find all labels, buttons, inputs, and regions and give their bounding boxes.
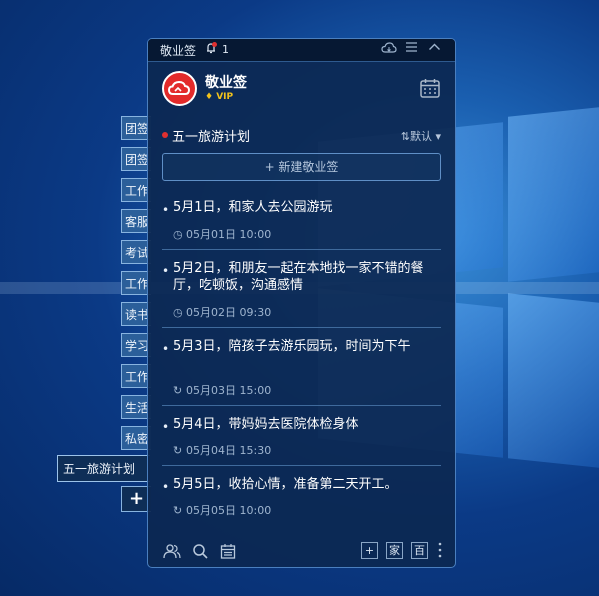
- cloud-logo-icon: [167, 80, 191, 95]
- user-name: 敬业签: [205, 75, 247, 91]
- cloud-sync-icon[interactable]: [381, 41, 397, 59]
- avatar[interactable]: [162, 71, 197, 106]
- plus-icon: +: [364, 544, 375, 557]
- diamond-icon: ♦: [205, 92, 214, 102]
- note-item-1[interactable]: • 5月1日，和家人去公园游玩 ◷ 05月01日 10:00: [162, 199, 441, 250]
- note-time: ↻ 05月05日 10:00: [173, 504, 272, 517]
- app-title: 敬业签: [160, 44, 197, 58]
- sort-dropdown[interactable]: ⇅默认 ▾: [401, 128, 441, 144]
- calendar-small-icon[interactable]: [220, 543, 236, 563]
- note-text: 5月1日，和家人去公园游玩: [173, 200, 333, 215]
- note-time: ↻ 05月04日 15:30: [173, 444, 272, 457]
- list-header: 五一旅游计划 ⇅默认 ▾: [148, 123, 455, 145]
- contacts-icon[interactable]: [163, 543, 181, 563]
- home-box-button[interactable]: 家: [386, 542, 403, 559]
- note-text: 5月4日，带妈妈去医院体检身体: [173, 417, 359, 432]
- note-item-3[interactable]: • 5月3日，陪孩子去游乐园玩，时间为下午 ↻ 05月03日 15:00: [162, 338, 441, 406]
- note-text: 5月5日，收拾心情，准备第二天开工。: [173, 477, 398, 492]
- repeat-icon: ↻: [173, 504, 183, 517]
- calendar-icon[interactable]: [419, 77, 441, 103]
- note-text: 5月3日，陪孩子去游乐园玩，时间为下午: [173, 339, 411, 354]
- user-header: 敬业签 ♦ VIP: [148, 61, 455, 116]
- menu-icon[interactable]: [405, 41, 418, 57]
- bottom-toolbar: + 家 百: [148, 535, 455, 567]
- title-bar: 敬业签 1: [148, 39, 455, 62]
- add-box-button[interactable]: +: [361, 542, 378, 559]
- notification-count: 1: [222, 43, 229, 56]
- bullet: •: [162, 420, 170, 434]
- note-item-4[interactable]: • 5月4日，带妈妈去医院体检身体 ↻ 05月04日 15:30: [162, 416, 441, 466]
- note-panel: 敬业签 1 敬业签 ♦ VIP 五一旅游计划 ⇅默认 ▾ + 新建敬业签 • 5…: [147, 38, 456, 568]
- collapse-icon[interactable]: [428, 41, 441, 57]
- note-time: ◷ 05月01日 10:00: [173, 228, 272, 241]
- note-item-5[interactable]: • 5月5日，收拾心情，准备第二天开工。 ↻ 05月05日 10:00: [162, 476, 441, 526]
- note-text: 5月2日，和朋友一起在本地找一家不错的餐厅，吃顿饭，沟通感情: [173, 261, 424, 293]
- note-time: ◷ 05月02日 09:30: [173, 306, 272, 319]
- clock-icon: ◷: [173, 228, 183, 241]
- note-time: ↻ 05月03日 15:00: [173, 384, 272, 397]
- new-note-button[interactable]: + 新建敬业签: [162, 153, 441, 181]
- bullet: •: [162, 342, 170, 356]
- bullet: •: [162, 480, 170, 494]
- hundred-box-button[interactable]: 百: [411, 542, 428, 559]
- search-icon[interactable]: [192, 543, 208, 563]
- sort-icon: ⇅: [400, 130, 410, 143]
- more-vertical-icon[interactable]: [437, 541, 443, 563]
- list-color-dot: [162, 132, 168, 138]
- repeat-icon: ↻: [173, 384, 183, 397]
- list-title: 五一旅游计划: [172, 130, 251, 145]
- bullet: •: [162, 203, 170, 217]
- repeat-icon: ↻: [173, 444, 183, 457]
- bullet: •: [162, 264, 170, 278]
- clock-icon: ◷: [173, 306, 183, 319]
- caret-down-icon: ▾: [431, 130, 441, 143]
- vip-badge: ♦ VIP: [205, 92, 234, 102]
- notification-icon[interactable]: [205, 42, 217, 57]
- note-item-2[interactable]: • 5月2日，和朋友一起在本地找一家不错的餐厅，吃顿饭，沟通感情 ◷ 05月02日…: [162, 260, 441, 328]
- side-tab-active[interactable]: 五一旅游计划: [57, 455, 150, 482]
